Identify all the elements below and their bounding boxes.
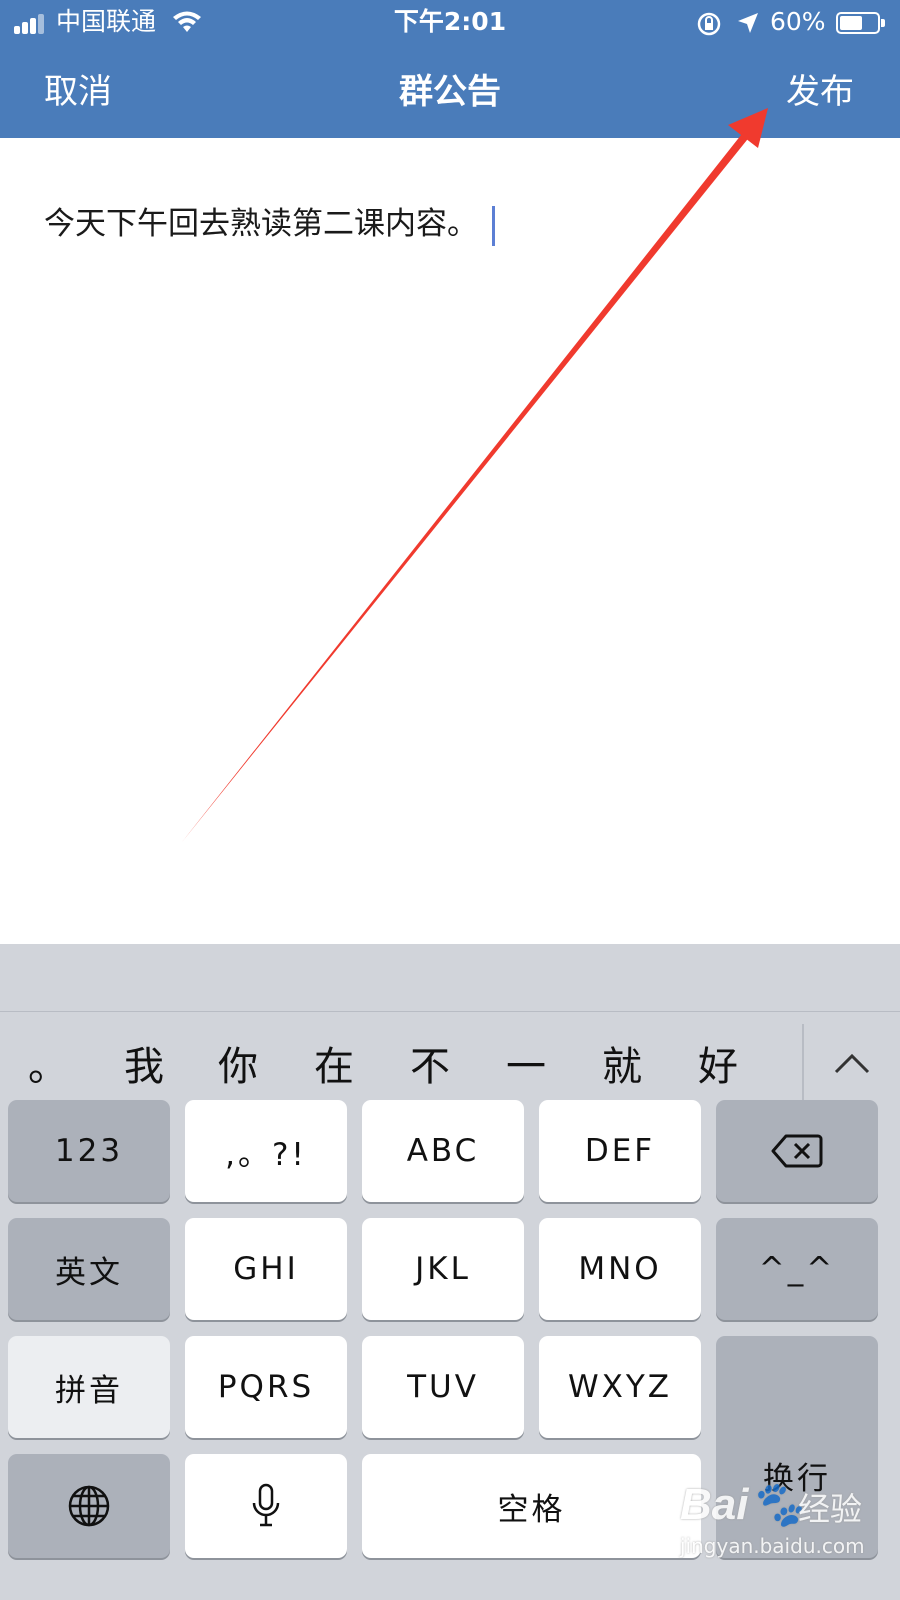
candidate-word[interactable]: 我 (124, 1042, 164, 1092)
backspace-key[interactable] (716, 1100, 878, 1202)
chevron-up-icon[interactable] (830, 1042, 874, 1086)
publish-button[interactable]: 发布 (786, 70, 854, 114)
baidu-jingyan-watermark: Bai🐾 经验 jingyan.baidu.com (680, 1478, 880, 1578)
rotation-lock-icon (697, 12, 721, 36)
watermark-suffix: 经验 (798, 1490, 863, 1528)
announcement-editor[interactable]: 今天下午回去熟读第二课内容。 (0, 138, 900, 944)
paw-icon: 🐾 (748, 1480, 804, 1529)
numbers-key[interactable]: 123 (8, 1100, 170, 1202)
candidate-divider (802, 1024, 804, 1100)
pinyin-key[interactable]: 拼音 (8, 1336, 170, 1438)
tuv-key[interactable]: TUV (362, 1336, 524, 1438)
candidate-word[interactable]: 你 (218, 1042, 258, 1092)
globe-icon (68, 1485, 110, 1527)
watermark-logo-text: Bai (680, 1480, 749, 1529)
candidate-word[interactable]: 不 (410, 1042, 450, 1092)
ghi-key[interactable]: GHI (185, 1218, 347, 1320)
candidate-word[interactable]: 就 (602, 1042, 642, 1092)
candidate-word[interactable]: 好 (698, 1042, 738, 1092)
punctuation-key[interactable]: ,。?! (185, 1100, 347, 1202)
location-icon (738, 13, 758, 33)
candidate-word[interactable]: 在 (314, 1042, 354, 1092)
def-key[interactable]: DEF (539, 1100, 701, 1202)
battery-percentage: 60% (770, 7, 826, 36)
watermark-logo: Bai🐾 (680, 1478, 803, 1530)
text-cursor (492, 205, 495, 246)
announcement-text: 今天下午回去熟读第二课内容。 (44, 206, 478, 242)
mno-key[interactable]: MNO (539, 1218, 701, 1320)
backspace-icon (771, 1134, 823, 1168)
clock: 下午2:01 (393, 7, 507, 36)
abc-key[interactable]: ABC (362, 1100, 524, 1202)
microphone-icon (252, 1483, 280, 1527)
announcement-text-field[interactable]: 今天下午回去熟读第二课内容。 (44, 202, 495, 246)
emoticon-key[interactable]: ^_^ (716, 1218, 878, 1320)
keyboard-toolbar (0, 944, 900, 1012)
navigation-bar: 取消 群公告 发布 (0, 46, 900, 138)
candidate-word[interactable]: 。 (28, 1042, 68, 1092)
globe-key[interactable] (8, 1454, 170, 1558)
pqrs-key[interactable]: PQRS (185, 1336, 347, 1438)
watermark-url: jingyan.baidu.com (680, 1534, 865, 1558)
dictation-key[interactable] (185, 1454, 347, 1558)
page-title: 群公告 (399, 72, 501, 112)
jkl-key[interactable]: JKL (362, 1218, 524, 1320)
status-bar: 中国联通 下午2:01 60% (0, 0, 900, 46)
wxyz-key[interactable]: WXYZ (539, 1336, 701, 1438)
battery-icon (836, 12, 885, 34)
candidate-word[interactable]: 一 (506, 1042, 546, 1092)
english-key[interactable]: 英文 (8, 1218, 170, 1320)
space-key[interactable]: 空格 (362, 1454, 701, 1558)
